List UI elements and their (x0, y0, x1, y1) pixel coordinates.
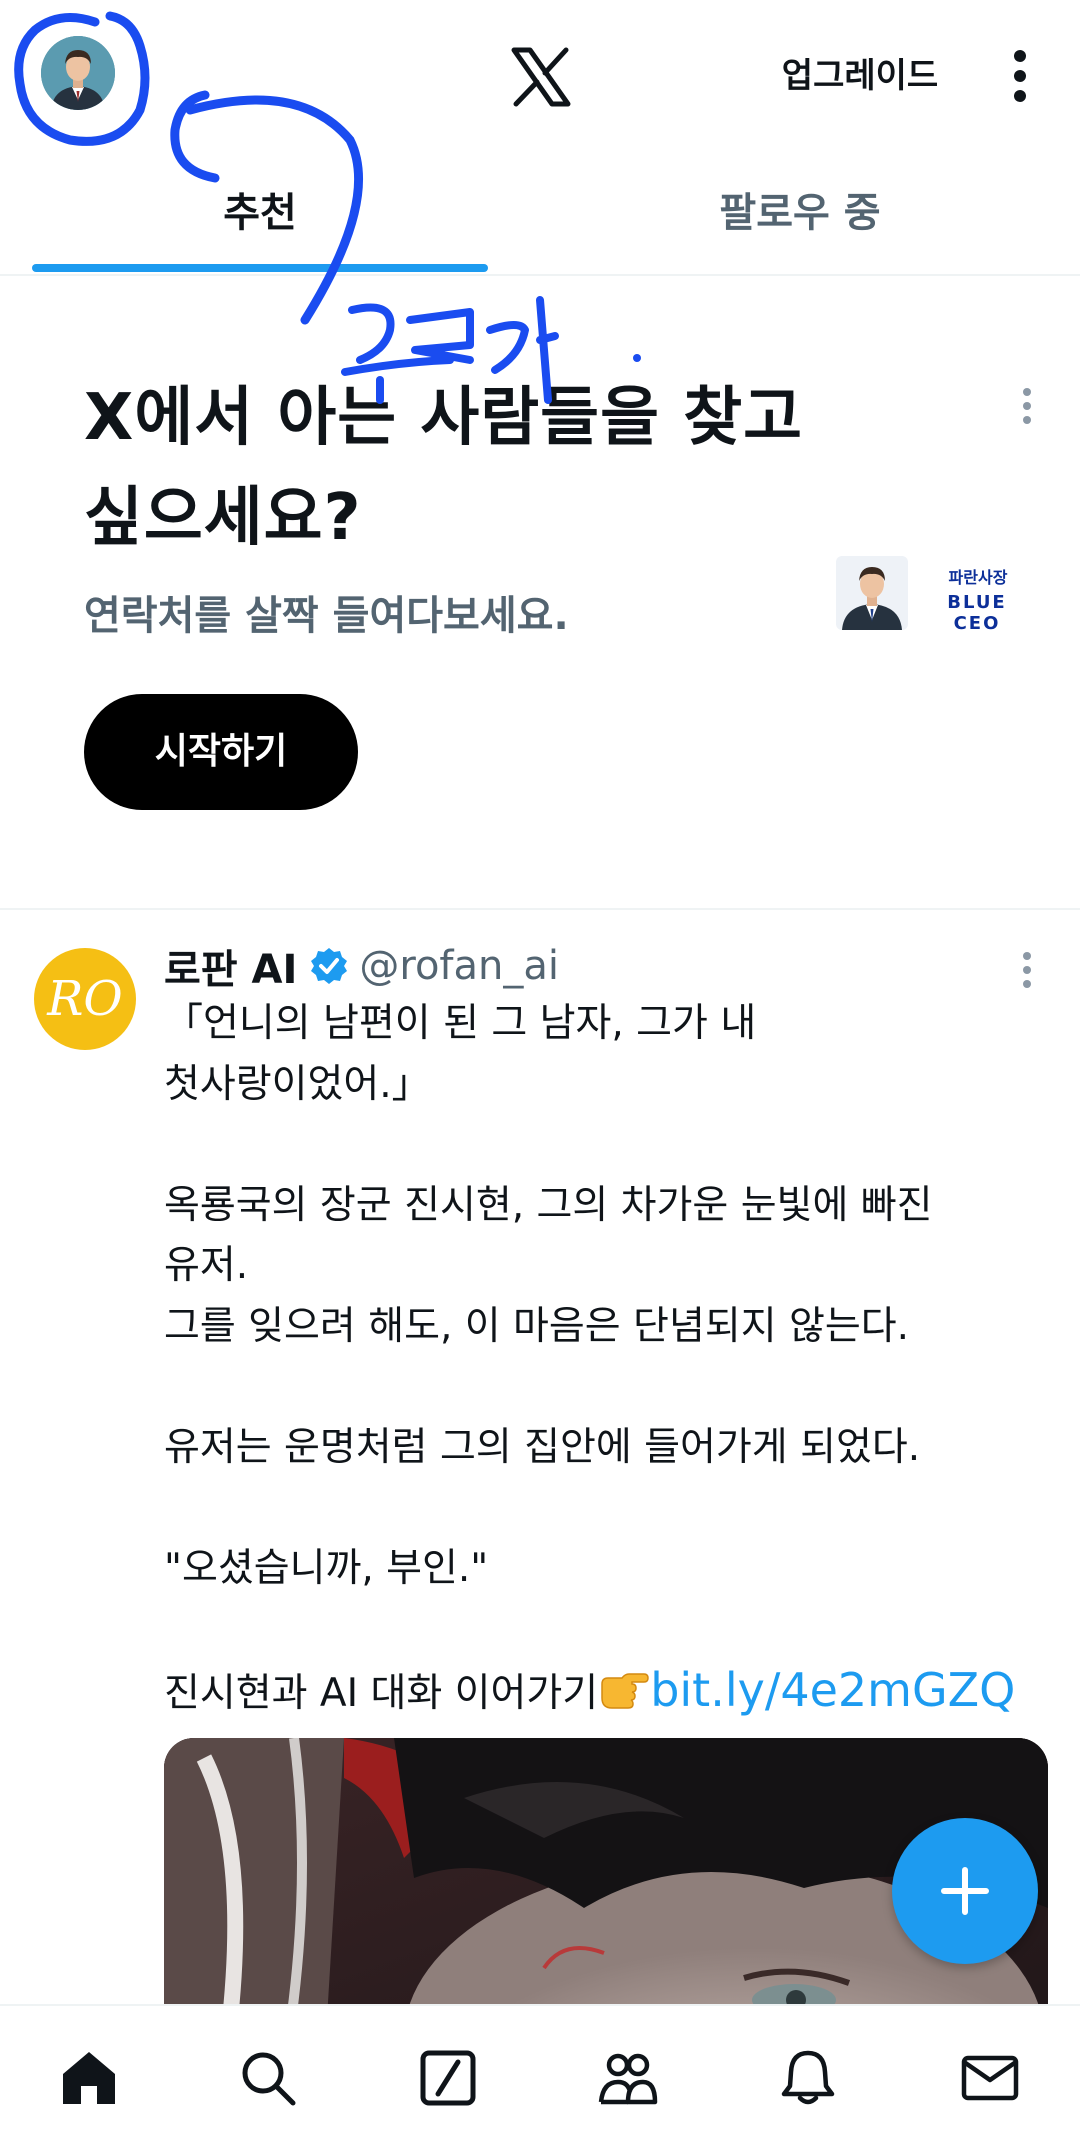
profile-avatar[interactable] (41, 36, 115, 110)
tweet-line (164, 1357, 1024, 1418)
annotation-arrow-head (170, 90, 220, 183)
tweet-line: 「언니의 남편이 된 그 남자, 그가 내 (164, 1001, 757, 1046)
messages-icon[interactable] (960, 2048, 1020, 2108)
verified-badge-icon (311, 948, 348, 984)
tweet-cta-line: 진시현과 AI 대화 이어가기 bit.ly/4e2mGZQ (164, 1660, 1024, 1725)
tweet-line (164, 1115, 1024, 1176)
promo-subtitle: 연락처를 살짝 들여다보세요. (84, 593, 569, 639)
tab-recommended[interactable]: 추천 (0, 170, 520, 270)
tweet-author-name[interactable]: 로판 AI (164, 937, 297, 995)
profile-avatar-image (41, 36, 115, 110)
tweet-link[interactable]: bit.ly/4e2mGZQ (650, 1663, 1015, 1717)
tweet-text: 「언니의 남편이 된 그 남자, 그가 내 첫사랑이었어.」 옥룡국의 장군 진… (164, 994, 1024, 1724)
annotation-dot (633, 354, 641, 362)
active-tab-indicator (32, 264, 488, 272)
compose-post-button[interactable] (892, 1818, 1038, 1964)
tweet-line (164, 1599, 1024, 1660)
get-started-button[interactable]: 시작하기 (84, 694, 358, 810)
promo-title-line-2: 싶으세요? (84, 481, 362, 555)
search-icon[interactable] (238, 2048, 298, 2108)
bottom-navigation (0, 2004, 1080, 2155)
tab-divider (0, 274, 1080, 276)
tweet-line: 옥룡국의 장군 진시현, 그의 차가운 눈빛에 빠진 (164, 1182, 933, 1228)
tweet-author-avatar[interactable]: RO (34, 948, 136, 1050)
tab-following[interactable]: 팔로우 중 (540, 170, 1060, 270)
plus-icon (941, 1867, 989, 1915)
tweet-line (164, 1478, 1024, 1539)
tweet-line: "오셨습니까, 부인." (164, 1545, 489, 1591)
pointing-hand-icon (601, 1672, 649, 1709)
tweet-line: 유저는 운명처럼 그의 집안에 들어가게 되었다. (164, 1424, 921, 1470)
notifications-icon[interactable] (778, 2048, 838, 2108)
tweet-line: 첫사랑이었어.」 (164, 1061, 431, 1107)
grok-icon[interactable] (418, 2048, 478, 2108)
tweet-cta-text: 진시현과 AI 대화 이어가기 (164, 1670, 599, 1716)
communities-icon[interactable] (598, 2048, 658, 2108)
home-icon[interactable] (59, 2048, 119, 2108)
promo-title-line-1: X에서 아는 사람들을 찾고 (84, 381, 803, 455)
tweet-line: 유저. (164, 1243, 249, 1288)
blue-ceo-logo-english: BLUE CEO (947, 592, 1007, 634)
tweet-line: 그를 잊으려 해도, 이 마음은 단념되지 않는다. (164, 1303, 910, 1349)
more-options-icon[interactable] (995, 46, 1045, 106)
promo-title: X에서 아는 사람들을 찾고 싶으세요? (84, 368, 904, 568)
promo-more-options-icon[interactable] (1012, 384, 1042, 434)
tweet-author-handle[interactable]: @rofan_ai (359, 943, 559, 989)
blue-ceo-logo: 파란사장 BLUE CEO (832, 548, 1032, 634)
x-logo-icon[interactable] (508, 44, 574, 110)
section-divider (0, 908, 1080, 910)
blue-ceo-portrait (836, 556, 908, 630)
upgrade-button[interactable]: 업그레이드 (760, 52, 960, 100)
tweet-header: 로판 AI @rofan_ai (164, 936, 559, 996)
tweet-more-options-icon[interactable] (1012, 948, 1042, 998)
blue-ceo-logo-korean: 파란사장 (948, 568, 1008, 587)
